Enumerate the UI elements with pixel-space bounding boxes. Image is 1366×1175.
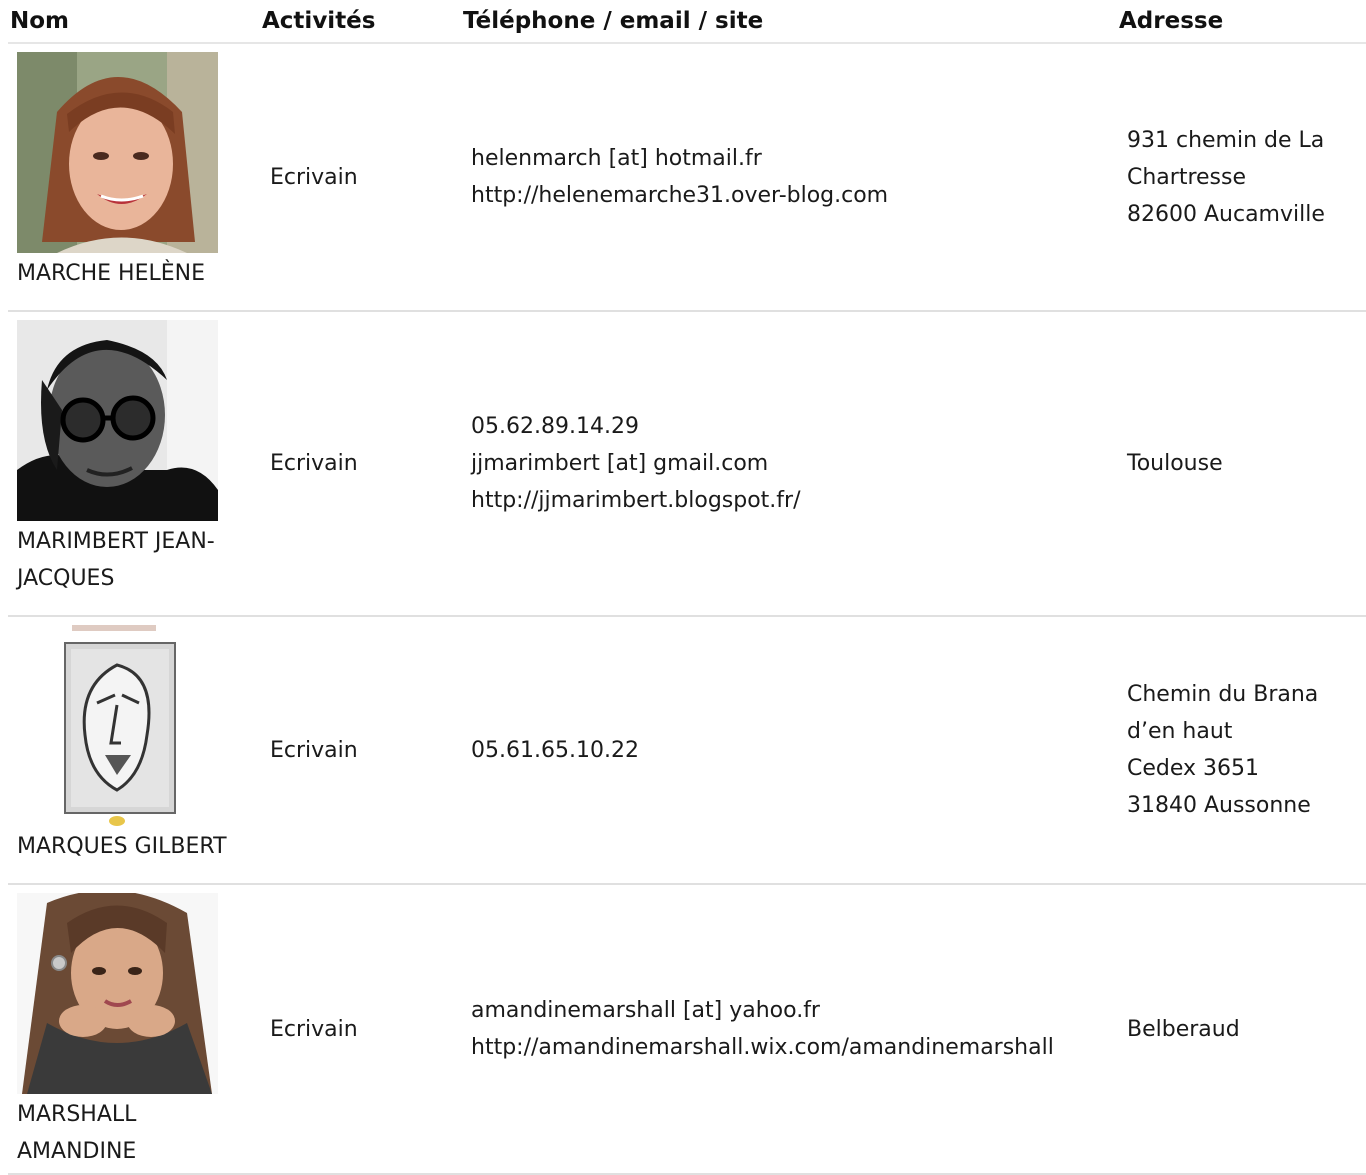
header-contact: Téléphone / email / site — [461, 0, 1117, 44]
activity-cell: Ecrivain — [260, 884, 461, 1175]
author-photo[interactable] — [17, 893, 218, 1094]
author-photo[interactable] — [17, 625, 218, 826]
address-line: 31840 Aussonne — [1127, 793, 1311, 818]
portrait-woman-smiling-icon — [17, 52, 218, 253]
author-name: MARCHE HELÈNE — [17, 261, 205, 286]
portrait-woman-hands-on-face-icon — [17, 893, 218, 1094]
address-cell: Belberaud — [1117, 884, 1366, 1175]
table-row: MARIMBERT JEAN-JACQUES Ecrivain 05.62.89… — [8, 311, 1366, 617]
address-line: Belberaud — [1127, 1016, 1240, 1042]
name-cell: MARSHALL AMANDINE — [8, 884, 260, 1175]
name-cell: MARIMBERT JEAN-JACQUES — [8, 311, 260, 617]
author-photo[interactable] — [17, 320, 218, 521]
website-link[interactable]: http://jjmarimbert.blogspot.fr/ — [471, 482, 1107, 519]
address-line: Chemin du Brana — [1127, 682, 1319, 707]
contact-cell: helenmarch [at] hotmail.fr http://helene… — [461, 43, 1117, 312]
address-line: 82600 Aucamville — [1127, 201, 1325, 227]
book-cover-face-sketch-icon — [17, 625, 218, 826]
author-name: MARQUES GILBERT — [17, 834, 227, 859]
address-cell: Toulouse — [1117, 311, 1366, 617]
contact-cell: 05.62.89.14.29 jjmarimbert [at] gmail.co… — [461, 311, 1117, 617]
portrait-man-black-white-glasses-icon — [17, 320, 218, 521]
phone-text: 05.62.89.14.29 — [471, 414, 639, 439]
author-name: MARIMBERT JEAN-JACQUES — [17, 529, 215, 591]
address-line: Cedex 3651 — [1127, 756, 1260, 781]
name-cell: MARQUES GILBERT — [8, 616, 260, 885]
table-row: MARSHALL AMANDINE Ecrivain amandinemarsh… — [8, 884, 1366, 1175]
author-name: MARSHALL AMANDINE — [17, 1102, 137, 1164]
email-text: amandinemarshall [at] yahoo.fr — [471, 998, 820, 1023]
contact-cell: amandinemarshall [at] yahoo.fr http://am… — [461, 884, 1117, 1175]
address-cell: 931 chemin de La Chartresse 82600 Aucamv… — [1117, 43, 1366, 312]
activity-cell: Ecrivain — [260, 43, 461, 312]
website-link[interactable]: http://amandinemarshall.wix.com/amandine… — [471, 1029, 1107, 1066]
activity-cell: Ecrivain — [260, 311, 461, 617]
address-line: Toulouse — [1127, 451, 1223, 476]
address-line: 931 chemin de La — [1127, 127, 1325, 153]
table-row: MARCHE HELÈNE Ecrivain helenmarch [at] h… — [8, 43, 1366, 312]
directory-table: Nom Activités Téléphone / email / site A… — [8, 0, 1366, 1175]
address-line: Chartresse — [1127, 164, 1247, 190]
email-text: jjmarimbert [at] gmail.com — [471, 451, 769, 476]
author-photo[interactable] — [17, 52, 218, 253]
contact-cell: 05.61.65.10.22 — [461, 616, 1117, 885]
website-link[interactable]: http://helenemarche31.over-blog.com — [471, 177, 1107, 214]
address-line: d’en haut — [1127, 719, 1233, 744]
activity-cell: Ecrivain — [260, 616, 461, 885]
header-adresse: Adresse — [1117, 0, 1366, 44]
table-header-row: Nom Activités Téléphone / email / site A… — [8, 0, 1366, 44]
phone-text: 05.61.65.10.22 — [471, 737, 639, 763]
table-row: MARQUES GILBERT Ecrivain 05.61.65.10.22 … — [8, 616, 1366, 885]
email-text: helenmarch [at] hotmail.fr — [471, 146, 762, 171]
name-cell: MARCHE HELÈNE — [8, 43, 260, 312]
header-nom: Nom — [8, 0, 260, 44]
header-activites: Activités — [260, 0, 461, 44]
address-cell: Chemin du Brana d’en haut Cedex 3651 318… — [1117, 616, 1366, 885]
